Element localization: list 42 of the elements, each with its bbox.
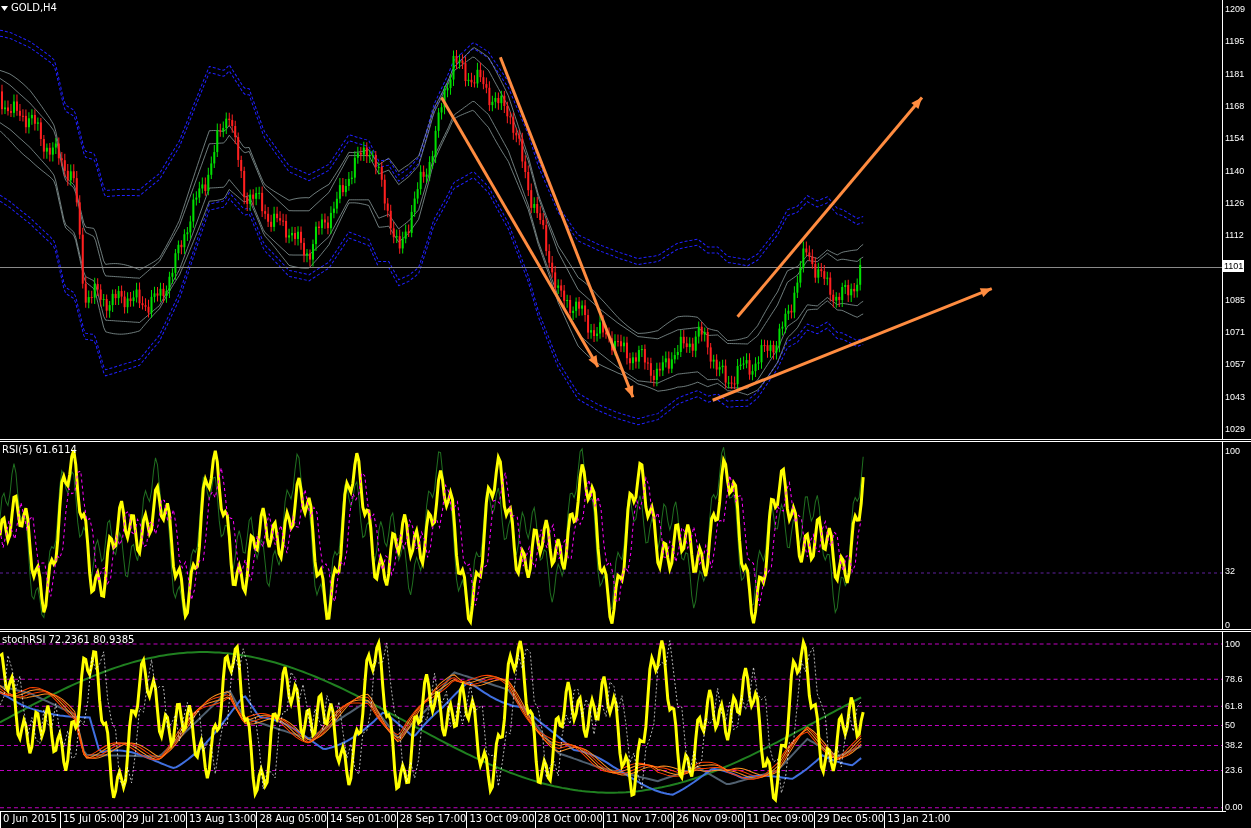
indicator-title: stochRSI 72.2361 80.9385 <box>2 634 135 646</box>
chart-title: GOLD,H4 <box>11 2 57 13</box>
price-label: 1071 <box>1225 326 1246 338</box>
time-label: 29 Jul 21:00 <box>123 812 186 828</box>
time-label: 29 Dec 05:00 <box>813 812 885 828</box>
indicator-label: 32 <box>1225 565 1235 578</box>
price-label: 1181 <box>1225 67 1245 80</box>
time-label: 11 Nov 17:00 <box>602 812 674 828</box>
price-label: 1057 <box>1225 358 1246 371</box>
time-label: 11 Dec 09:00 <box>743 812 814 828</box>
time-label: 28 Aug 05:00 <box>256 812 327 828</box>
indicator-label: 61.8 <box>1225 700 1243 713</box>
price-label: 1168 <box>1225 99 1245 112</box>
time-label: 14 Sep 01:00 <box>326 812 397 828</box>
price-label: 1209 <box>1225 3 1246 15</box>
current-price-label: 1101 <box>1223 260 1245 272</box>
price-label: 1140 <box>1225 164 1245 177</box>
indicator-label: 23.6 <box>1225 764 1243 777</box>
time-label: 0 Jun 2015 <box>0 812 60 828</box>
indicator-label: 38.2 <box>1225 739 1243 752</box>
caret-icon[interactable] <box>1 6 8 11</box>
time-label: 26 Nov 09:00 <box>673 812 744 828</box>
time-label: 13 Oct 09:00 <box>466 812 535 828</box>
indicator-label: 50 <box>1225 719 1235 732</box>
price-label: 1195 <box>1225 35 1245 48</box>
price-label: 1126 <box>1225 196 1245 209</box>
time-label: 15 Jul 05:00 <box>60 812 123 828</box>
time-label: 28 Oct 00:00 <box>534 812 603 828</box>
time-label: 13 Aug 13:00 <box>186 812 257 828</box>
price-label: 1043 <box>1225 390 1246 403</box>
indicator-label: 78.6 <box>1225 673 1243 686</box>
time-label: 28 Sep 17:00 <box>396 812 467 828</box>
price-label: 1029 <box>1225 422 1246 435</box>
price-label: 1112 <box>1225 229 1244 242</box>
time-label: 13 Jan 21:00 <box>884 812 951 828</box>
indicator-title: RSI(5) 61.6114 <box>2 444 77 456</box>
price-label: 1085 <box>1225 293 1246 306</box>
indicator-label: 100 <box>1225 638 1241 651</box>
indicator-label: 0.00 <box>1225 801 1243 811</box>
price-label: 1154 <box>1225 132 1245 145</box>
indicator-label: 0 <box>1225 619 1230 630</box>
indicator-label: 100 <box>1225 445 1241 458</box>
